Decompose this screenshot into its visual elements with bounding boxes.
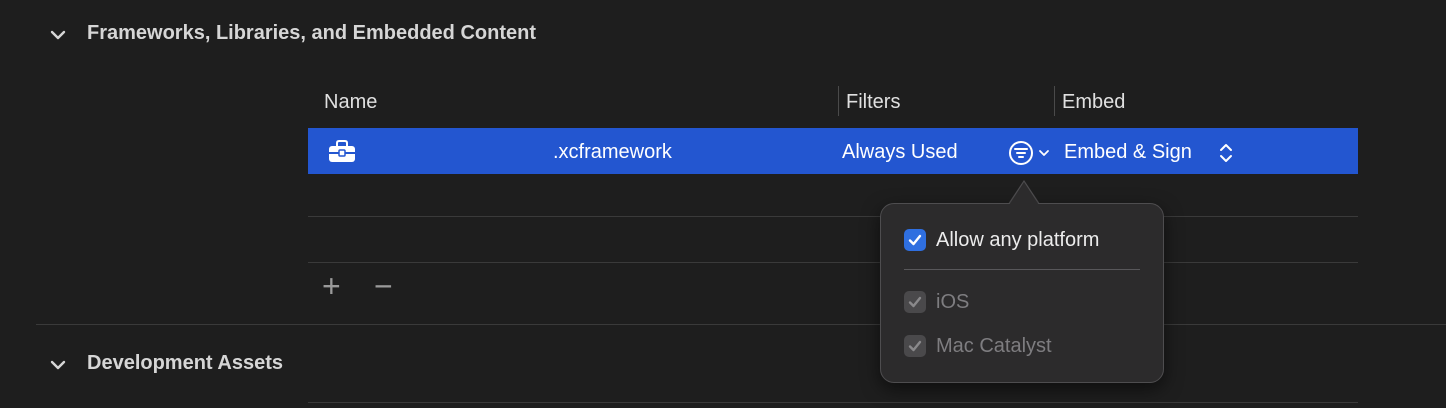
column-header-filters[interactable]: Filters — [846, 91, 900, 114]
chevron-down-icon[interactable] — [48, 25, 68, 45]
column-separator — [838, 86, 839, 116]
platform-mac-catalyst-checkbox: Mac Catalyst — [904, 334, 1104, 360]
embed-value: Embed & Sign — [1064, 141, 1192, 163]
up-down-chevron-icon — [1220, 144, 1232, 162]
platform-mac-catalyst-label: Mac Catalyst — [936, 335, 1052, 357]
row-divider — [308, 262, 1358, 263]
popover-divider — [904, 269, 1140, 270]
column-separator — [1054, 86, 1055, 116]
checkbox-disabled — [904, 291, 926, 313]
allow-any-platform-label: Allow any platform — [936, 229, 1100, 251]
filter-icon — [1009, 141, 1033, 165]
embed-popup-button[interactable]: Embed & Sign — [1064, 139, 1244, 167]
row-divider — [308, 402, 1358, 403]
popover-arrow-fill — [1009, 182, 1039, 205]
platform-ios-checkbox: iOS — [904, 290, 1104, 316]
frameworks-section-header[interactable]: Frameworks, Libraries, and Embedded Cont… — [48, 22, 628, 48]
section-divider — [36, 324, 1446, 325]
chevron-down-icon — [1039, 150, 1049, 156]
checkmark-icon — [908, 234, 922, 246]
column-header-embed[interactable]: Embed — [1062, 91, 1125, 114]
checkbox-disabled — [904, 335, 926, 357]
development-assets-section-header[interactable]: Development Assets — [48, 352, 348, 378]
framework-name: .xcframework — [553, 141, 672, 163]
toolbox-icon — [329, 140, 355, 162]
chevron-down-icon[interactable] — [48, 355, 68, 375]
allow-any-platform-checkbox[interactable]: Allow any platform — [904, 228, 1144, 254]
column-header-name[interactable]: Name — [324, 91, 377, 114]
remove-button[interactable]: − — [374, 268, 393, 305]
section-title: Development Assets — [87, 352, 283, 374]
checkmark-icon — [908, 340, 922, 352]
row-divider — [308, 216, 1358, 217]
platform-ios-label: iOS — [936, 291, 970, 313]
checkmark-icon — [908, 296, 922, 308]
filters-value: Always Used — [842, 141, 958, 163]
checkbox-checked — [904, 229, 926, 251]
filter-popup-button[interactable] — [1008, 140, 1054, 166]
section-title: Frameworks, Libraries, and Embedded Cont… — [87, 22, 536, 44]
add-button[interactable]: + — [322, 268, 341, 305]
